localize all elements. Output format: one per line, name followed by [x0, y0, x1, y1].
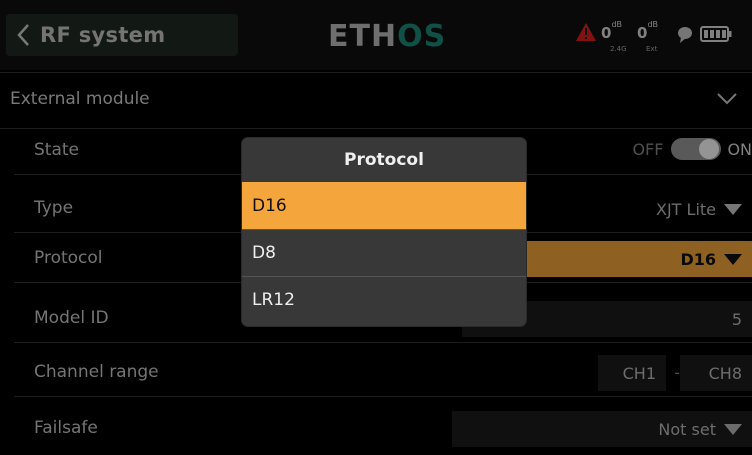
- protocol-dialog: Protocol D16 D8 LR12: [242, 138, 526, 326]
- option-d8[interactable]: D8: [242, 229, 526, 276]
- option-lr12[interactable]: LR12: [242, 276, 526, 323]
- dialog-title: Protocol: [344, 150, 424, 170]
- option-d16[interactable]: D16: [242, 182, 526, 229]
